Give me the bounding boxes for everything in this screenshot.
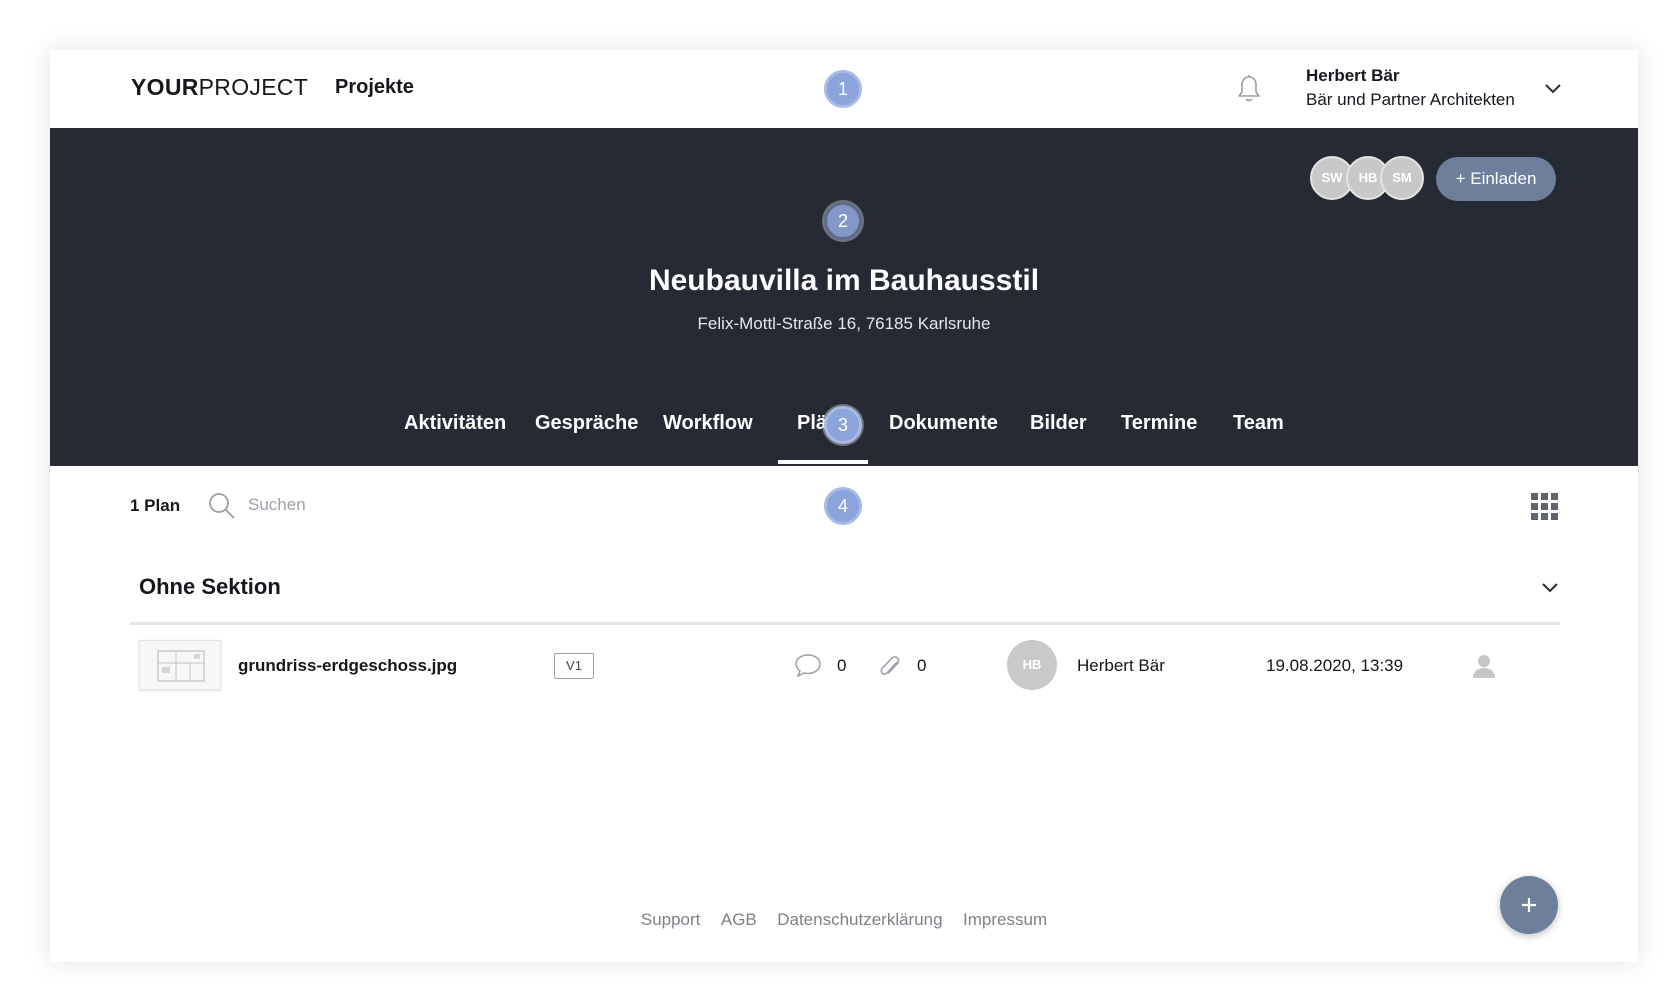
user-company: Bär und Partner Architekten (1306, 90, 1515, 109)
tab-workflow[interactable]: Workflow (663, 412, 753, 435)
search-icon (209, 493, 235, 519)
file-name[interactable]: grundriss-erdgeschoss.jpg (238, 656, 457, 676)
tab-bar: Aktivitäten Gespräche Workflow Plä Dokum… (50, 386, 1638, 466)
tab-bilder[interactable]: Bilder (1030, 412, 1087, 435)
tab-termine[interactable]: Termine (1121, 412, 1197, 435)
table-row[interactable]: grundriss-erdgeschoss.jpg V1 0 0 HB Herb… (130, 636, 1560, 706)
tab-aktivitaeten[interactable]: Aktivitäten (404, 412, 506, 435)
project-address: Felix-Mottl-Straße 16, 76185 Karlsruhe (697, 314, 991, 333)
top-bar: YOURPROJECT Projekte Herbert Bär Bär und… (50, 50, 1638, 128)
section-title: Ohne Sektion (139, 574, 281, 599)
step-marker-4: 4 (824, 487, 862, 525)
add-button[interactable] (1500, 876, 1558, 934)
step-marker-3: 3 (824, 406, 862, 444)
bell-icon[interactable] (1236, 74, 1262, 104)
chevron-down-icon[interactable] (1542, 78, 1564, 100)
plus-icon (1522, 898, 1536, 912)
project-title: Neubauvilla im Bauhausstil (648, 264, 1040, 297)
section-divider (130, 622, 1560, 625)
footer-link-agb[interactable]: AGB (721, 910, 757, 929)
user-icon[interactable] (1470, 652, 1498, 680)
user-name: Herbert Bär (1306, 66, 1400, 85)
step-marker-2: 2 (824, 202, 862, 240)
invite-button[interactable]: + Einladen (1436, 157, 1556, 201)
avatar: HB (1007, 640, 1057, 690)
footer: Support AGB Datenschutzerklärung Impress… (50, 910, 1638, 930)
footer-link-privacy[interactable]: Datenschutzerklärung (777, 910, 942, 929)
comment-count: 0 (837, 656, 847, 675)
footer-link-support[interactable]: Support (641, 910, 701, 929)
tab-team[interactable]: Team (1233, 412, 1284, 435)
row-date: 19.08.2020, 13:39 (1266, 656, 1404, 675)
tab-plaene[interactable]: Plä (797, 412, 827, 435)
footer-link-imprint[interactable]: Impressum (963, 910, 1047, 929)
logo[interactable]: YOURPROJECT (131, 74, 308, 101)
attachment-count: 0 (917, 656, 927, 675)
version-badge: V1 (554, 653, 594, 679)
logo-thin: PROJECT (198, 74, 309, 100)
file-thumbnail[interactable] (139, 640, 221, 690)
avatar[interactable]: SM (1380, 156, 1424, 200)
step-marker-1: 1 (824, 70, 862, 108)
user-menu[interactable]: Herbert Bär Bär und Partner Architekten (1306, 65, 1515, 113)
floorplan-thumbnail-image (157, 650, 205, 682)
active-tab-indicator (778, 460, 868, 464)
app-window: YOURPROJECT Projekte Herbert Bär Bär und… (50, 50, 1638, 962)
grid-view-icon[interactable] (1531, 493, 1558, 520)
logo-bold: YOUR (131, 74, 199, 100)
row-author: Herbert Bär (1077, 656, 1165, 675)
chevron-down-icon[interactable] (1539, 577, 1561, 599)
paperclip-icon (880, 656, 900, 675)
tab-dokumente[interactable]: Dokumente (889, 412, 998, 435)
plan-count: 1 Plan (130, 496, 181, 515)
search-input[interactable] (248, 490, 648, 520)
nav-projects-link[interactable]: Projekte (335, 76, 414, 99)
comment-icon (795, 654, 821, 678)
tab-gespraeche[interactable]: Gespräche (535, 412, 638, 435)
project-header: SW HB SM + Einladen 2 Neubauvilla im Bau… (50, 128, 1638, 466)
